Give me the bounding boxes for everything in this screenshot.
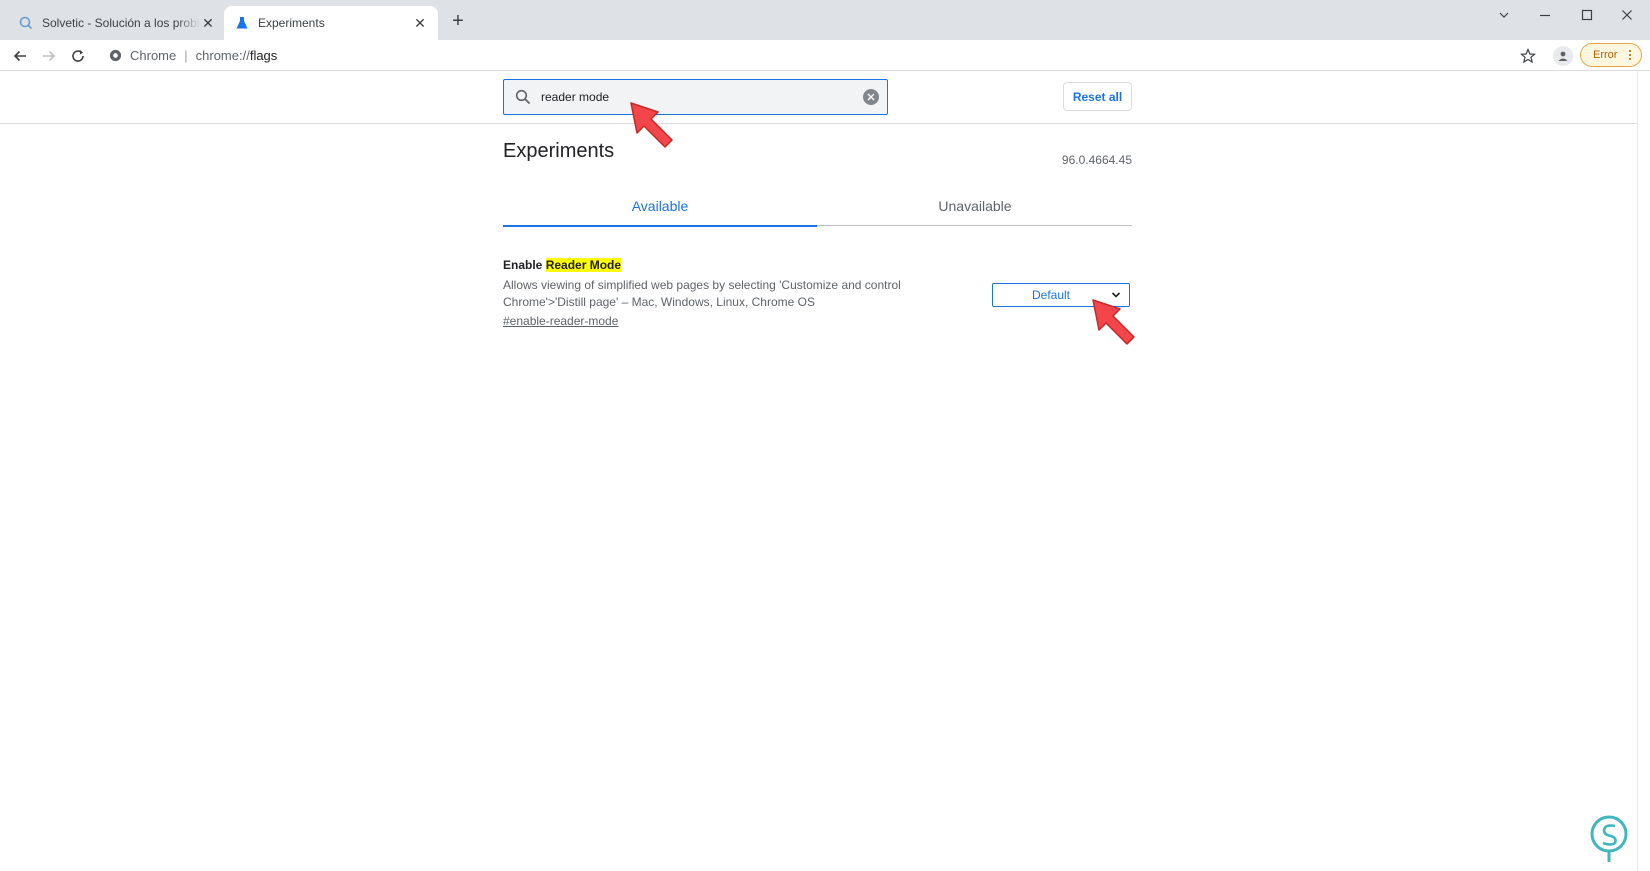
annotation-arrow-icon [1092, 299, 1135, 345]
tab-title: Experiments [258, 16, 325, 30]
close-tab-icon[interactable]: ✕ [200, 15, 216, 31]
error-menu-button[interactable]: Error [1580, 43, 1642, 67]
solvetic-icon [18, 15, 34, 31]
tab-unavailable[interactable]: Unavailable [818, 186, 1132, 226]
experiment-title: Enable Reader Mode [503, 258, 1132, 272]
error-label: Error [1593, 49, 1618, 61]
tab-available[interactable]: Available [503, 186, 817, 227]
address-separator: | [184, 47, 188, 63]
tab-strip: Solvetic - Solución a los problemas ✕ Ex… [0, 0, 1650, 40]
address-bar[interactable]: Chrome | chrome://flags [100, 42, 1540, 68]
experiment-title-prefix: Enable [503, 258, 546, 272]
experiment-enable-reader-mode: Enable Reader Mode Allows viewing of sim… [503, 258, 1132, 328]
forward-arrow-icon[interactable] [37, 44, 61, 68]
tab-experiments[interactable]: Experiments ✕ [224, 6, 438, 40]
profile-avatar-icon[interactable] [1553, 46, 1573, 66]
site-label: Chrome [130, 47, 177, 63]
chrome-site-icon [108, 48, 122, 62]
flask-icon [234, 15, 250, 31]
back-arrow-icon[interactable] [8, 44, 32, 68]
chevron-down-icon[interactable] [1481, 2, 1527, 28]
kebab-menu-icon [1629, 50, 1632, 60]
url-path: flags [249, 47, 278, 63]
search-input[interactable]: reader mode [541, 90, 863, 104]
reload-icon[interactable] [66, 44, 90, 68]
annotation-arrow-icon [630, 102, 673, 148]
experiment-title-highlight: Reader Mode [545, 258, 622, 272]
solvetic-watermark-icon [1581, 813, 1637, 865]
reset-all-button[interactable]: Reset all [1063, 82, 1132, 111]
clear-search-icon[interactable] [863, 89, 879, 105]
experiment-description: Allows viewing of simplified web pages b… [503, 278, 901, 309]
search-icon [513, 87, 533, 107]
search-flags-box[interactable]: reader mode [503, 79, 888, 115]
new-tab-button[interactable]: + [448, 11, 468, 32]
url-scheme: chrome:// [195, 47, 250, 63]
scrollbar[interactable] [1637, 72, 1650, 871]
page-title: Experiments [503, 140, 615, 162]
minimize-icon[interactable] [1522, 2, 1568, 28]
tab-title: Solvetic - Solución a los problemas [42, 16, 200, 30]
close-window-icon[interactable] [1604, 2, 1650, 28]
browser-toolbar: Chrome | chrome://flags Error [0, 40, 1650, 71]
flags-header: reader mode Reset all [0, 72, 1650, 124]
flags-tabs: Available Unavailable [503, 186, 1132, 227]
experiment-permalink[interactable]: #enable-reader-mode [503, 314, 618, 328]
close-tab-icon[interactable]: ✕ [412, 15, 428, 31]
version-label: 96.0.4664.45 [1061, 153, 1132, 167]
tab-solvetic[interactable]: Solvetic - Solución a los problemas ✕ [8, 6, 226, 40]
bookmark-star-icon[interactable] [1518, 46, 1538, 66]
